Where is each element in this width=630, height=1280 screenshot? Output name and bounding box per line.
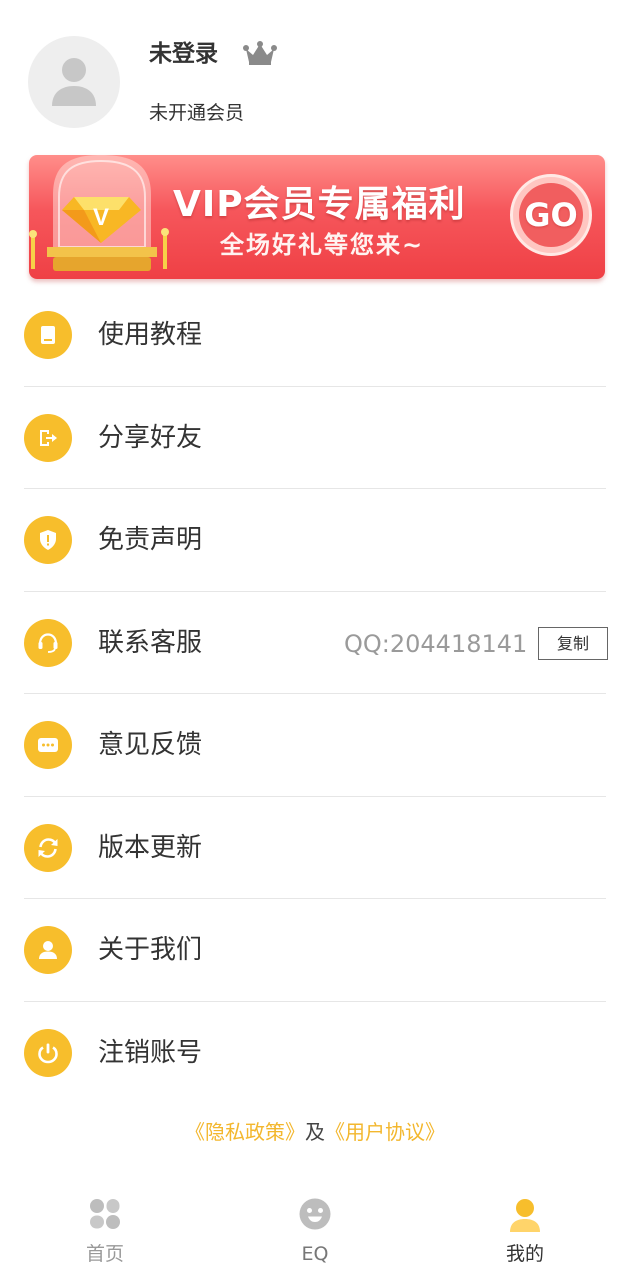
tab-mine[interactable]: 我的 — [465, 1180, 585, 1280]
menu-item-label: 联系客服 — [98, 627, 203, 658]
qq-number: QQ:204418141 — [344, 629, 528, 658]
menu-item-label: 版本更新 — [98, 832, 203, 863]
menu-item-about[interactable]: 关于我们 — [0, 899, 630, 1002]
tab-label: 首页 — [85, 1243, 124, 1265]
avatar[interactable] — [28, 36, 120, 128]
tab-label: 我的 — [505, 1243, 544, 1265]
user-agreement-link[interactable]: 《用户协议》 — [325, 1120, 445, 1144]
tab-home[interactable]: 首页 — [45, 1180, 165, 1280]
vip-badge-letter: V — [93, 204, 109, 231]
bottom-tab-bar: 首页 EQ 我的 — [0, 1180, 630, 1280]
chat-icon — [24, 721, 72, 769]
banner-subtitle: 全场好礼等您来~ — [220, 231, 425, 259]
copy-button[interactable]: 复制 — [538, 626, 608, 660]
user-icon — [510, 1199, 540, 1232]
menu-item-customer-service[interactable]: 联系客服 QQ:204418141 复制 — [0, 592, 630, 694]
menu-item-label: 使用教程 — [98, 320, 203, 350]
menu-item-feedback[interactable]: 意见反馈 — [0, 694, 630, 797]
legal-links: 《隐私政策》及《用户协议》 — [0, 1117, 630, 1147]
home-grid-icon — [90, 1199, 120, 1229]
go-button-label: GO — [524, 196, 578, 234]
vip-banner[interactable]: V VIP会员专属福利 全场好礼等您来~ GO — [29, 155, 605, 279]
menu-item-tutorial[interactable]: 使用教程 — [0, 284, 630, 387]
menu-list: 使用教程 分享好友 免责声明 联系客服 QQ:204418141 复制 意见反馈 — [0, 284, 630, 1104]
menu-item-label: 注销账号 — [98, 1037, 203, 1068]
menu-item-share[interactable]: 分享好友 — [0, 387, 630, 489]
menu-item-disclaimer[interactable]: 免责声明 — [0, 489, 630, 592]
headset-icon — [24, 618, 72, 667]
menu-item-label: 分享好友 — [98, 422, 203, 453]
share-icon — [24, 413, 72, 462]
crown-icon — [243, 41, 277, 65]
menu-item-update[interactable]: 版本更新 — [0, 797, 630, 899]
privacy-policy-link[interactable]: 《隐私政策》 — [185, 1120, 305, 1144]
tab-label: EQ — [301, 1243, 329, 1265]
menu-item-label: 关于我们 — [98, 935, 203, 965]
menu-item-deactivate[interactable]: 注销账号 — [0, 1002, 630, 1105]
vip-status: 未开通会员 — [149, 102, 245, 124]
go-button[interactable]: GO — [510, 174, 592, 256]
person-icon — [24, 926, 72, 974]
refresh-icon — [24, 823, 72, 872]
vip-trophy-icon: V — [29, 155, 169, 271]
banner-title: VIP会员专属福利 — [173, 184, 466, 225]
menu-item-label: 意见反馈 — [98, 730, 203, 760]
shield-icon — [24, 516, 72, 564]
menu-item-label: 免责声明 — [98, 525, 203, 555]
tab-eq[interactable]: EQ — [255, 1180, 375, 1280]
power-icon — [24, 1028, 72, 1077]
smiley-icon — [299, 1198, 331, 1230]
and-text: 及 — [305, 1120, 325, 1144]
book-icon — [24, 311, 72, 359]
username[interactable]: 未登录 — [149, 38, 218, 70]
default-avatar-icon — [52, 58, 96, 106]
